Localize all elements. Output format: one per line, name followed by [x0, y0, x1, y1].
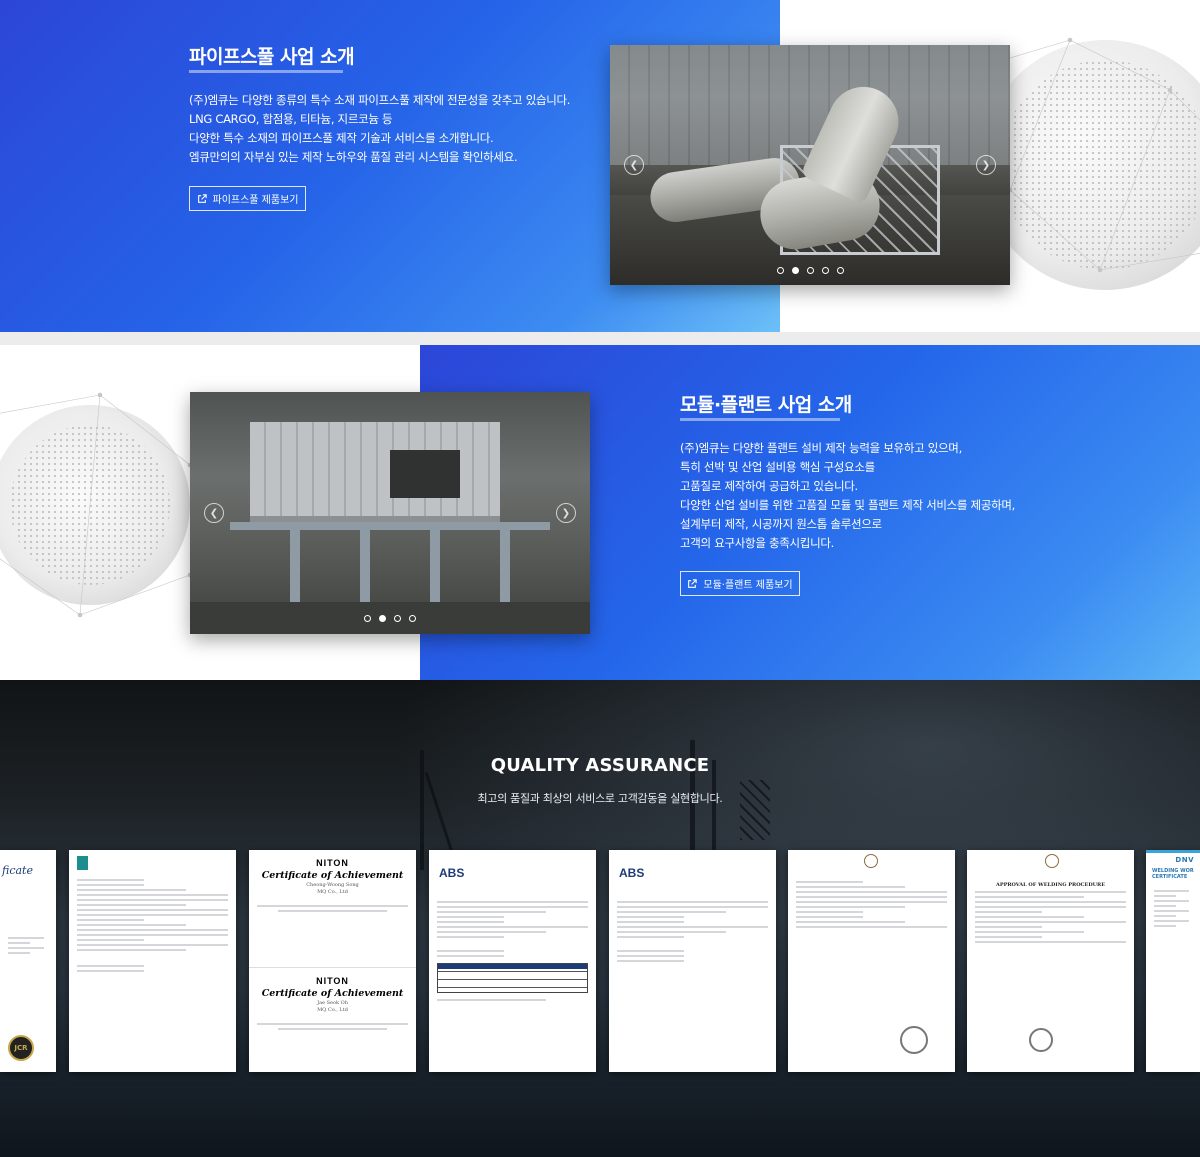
page-title: 파이프스풀 사업 소개 — [189, 46, 355, 68]
slider-pagination — [190, 615, 590, 622]
certificate-table — [437, 963, 588, 993]
slider-dot[interactable] — [409, 615, 416, 622]
module-description: (주)엠큐는 다양한 플랜트 설비 제작 능력을 보유하고 있으며, 특히 선박… — [680, 439, 1015, 553]
niton-certificate: NITON Certificate of Achievement Jae Seo… — [249, 976, 416, 1030]
module-plant-photo-slider[interactable]: ❮ ❯ — [190, 392, 590, 634]
certificate-card[interactable] — [788, 850, 955, 1072]
description-line: (주)엠큐는 다양한 종류의 특수 소재 파이프스풀 제작에 전문성을 갖추고 … — [189, 93, 571, 107]
description-line: 특히 선박 및 산업 설비용 핵심 구성요소를 — [680, 460, 875, 474]
certificate-card[interactable]: ficate JCR — [0, 850, 56, 1072]
description-line: 고품질로 제작하여 공급하고 있습니다. — [680, 479, 858, 493]
network-lines — [0, 392, 193, 618]
certificate-card[interactable]: APPROVAL OF WELDING PROCEDURE — [967, 850, 1134, 1072]
slider-dot[interactable] — [776, 267, 784, 274]
button-label: 파이프스풀 제품보기 — [212, 195, 299, 206]
description-line: 다양한 산업 설비를 위한 고품질 모듈 및 플랜트 제작 서비스를 제공하며, — [680, 498, 1016, 512]
bv-logo — [864, 854, 878, 868]
section-title: 모듈·플랜트 사업 소개 — [680, 394, 852, 416]
abs-logo: ABS — [619, 866, 645, 880]
certificate-heading: WELDING WOR CERTIFICATE — [1152, 868, 1194, 880]
slider-dot[interactable] — [821, 267, 829, 274]
description-line: LNG CARGO, 합점용, 티타늄, 지르코늄 등 — [189, 112, 393, 126]
module-plant-section: ❮ ❯ 모듈·플랜트 사업 소개 (주)엠큐는 다양한 플랜트 설비 제작 능력… — [0, 345, 1200, 680]
certificate-heading: APPROVAL OF WELDING PROCEDURE — [995, 882, 1106, 888]
slider-pagination — [610, 267, 1010, 274]
globe-graphic — [967, 37, 1200, 290]
certificate-heading: ficate — [2, 864, 33, 877]
chevron-right-icon[interactable]: ❯ — [976, 155, 996, 175]
external-link-icon — [197, 193, 207, 203]
certificate-card[interactable]: DNV WELDING WOR CERTIFICATE — [1146, 850, 1200, 1072]
dnv-logo: DNV — [1175, 856, 1194, 864]
title-underline — [680, 418, 840, 421]
quality-title: QUALITY ASSURANCE — [490, 755, 710, 776]
button-label: 모듈·플랜트 제품보기 — [703, 580, 793, 591]
lr-logo — [77, 856, 88, 870]
pipe-spool-section: 파이프스풀 사업 소개 (주)엠큐는 다양한 종류의 특수 소재 파이프스풀 제… — [0, 0, 1200, 332]
globe-graphic — [0, 392, 193, 618]
pipe-spool-photo-slider[interactable]: ❮ ❯ — [610, 45, 1010, 285]
description-line: 설계부터 제작, 시공까지 원스톱 솔루션으로 — [680, 517, 882, 531]
chevron-right-icon[interactable]: ❯ — [556, 503, 576, 523]
jcr-seal: JCR — [8, 1035, 34, 1061]
abs-logo: ABS — [439, 866, 465, 880]
pipe-description: (주)엠큐는 다양한 종류의 특수 소재 파이프스풀 제작에 전문성을 갖추고 … — [189, 91, 570, 167]
slider-dot-active[interactable] — [791, 267, 799, 274]
chevron-left-icon[interactable]: ❮ — [204, 503, 224, 523]
slider-dot[interactable] — [394, 615, 401, 622]
quality-subtitle: 최고의 품질과 최상의 서비스로 고객감동을 실현합니다. — [477, 792, 723, 805]
certificate-card[interactable]: NITON Certificate of Achievement Cheong-… — [249, 850, 416, 1072]
bv-logo — [1045, 854, 1059, 868]
certificate-card[interactable]: ABS — [609, 850, 776, 1072]
title-underline — [189, 70, 343, 73]
module-products-button[interactable]: 모듈·플랜트 제품보기 — [680, 571, 800, 596]
slider-dot[interactable] — [806, 267, 814, 274]
chevron-left-icon[interactable]: ❮ — [624, 155, 644, 175]
niton-certificate: NITON Certificate of Achievement Cheong-… — [249, 858, 416, 968]
slider-dot[interactable] — [836, 267, 844, 274]
certificate-stamp — [1029, 1028, 1053, 1052]
quality-assurance-section: QUALITY ASSURANCE 최고의 품질과 최상의 서비스로 고객감동을… — [0, 680, 1200, 1157]
external-link-icon — [688, 578, 698, 588]
pipe-products-button[interactable]: 파이프스풀 제품보기 — [189, 186, 306, 211]
description-line: 고객의 요구사항을 충족시킵니다. — [680, 536, 834, 550]
description-line: 다양한 특수 소재의 파이프스풀 제작 기술과 서비스를 소개합니다. — [189, 131, 494, 145]
slider-dot-active[interactable] — [379, 615, 386, 622]
section-divider — [0, 332, 1200, 345]
description-line: (주)엠큐는 다양한 플랜트 설비 제작 능력을 보유하고 있으며, — [680, 441, 962, 455]
certificate-card[interactable] — [69, 850, 236, 1072]
description-line: 엠큐만의의 자부심 있는 제작 노하우와 품질 관리 시스템을 확인하세요. — [189, 150, 518, 164]
certificate-card[interactable]: ABS — [429, 850, 596, 1072]
certificate-stamp — [900, 1026, 928, 1054]
slider-dot[interactable] — [364, 615, 371, 622]
